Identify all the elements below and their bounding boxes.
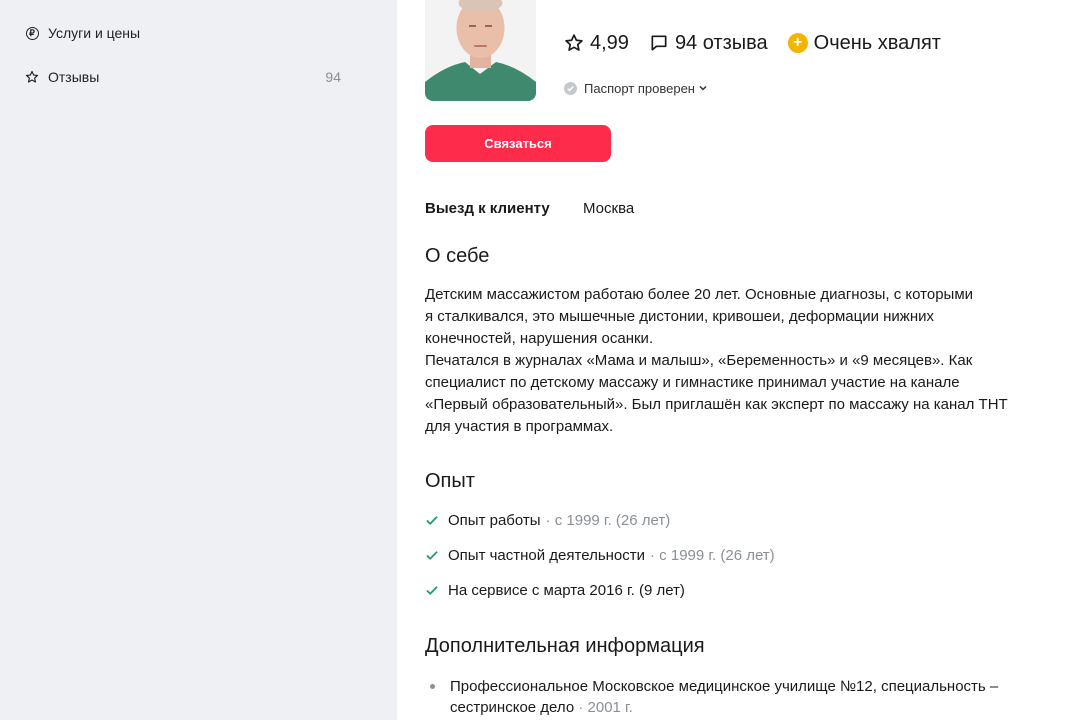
praise-badge[interactable]: + Очень хвалят (787, 31, 941, 55)
star-outline-icon (25, 70, 39, 84)
experience-label: На сервисе с марта 2016 г. (9 лет) (448, 581, 685, 599)
experience-item: На сервисе с марта 2016 г. (9 лет) (425, 579, 685, 601)
praise-text: Очень хвалят (813, 31, 941, 54)
rating[interactable]: 4,99 (564, 32, 629, 55)
education-item: Профессиональное Московское медицинское … (425, 676, 1055, 718)
comment-icon (651, 35, 667, 51)
experience-label: Опыт частной деятельности (448, 546, 646, 564)
experience-detail: · с 1999 г. (26 лет) (650, 546, 775, 564)
about-line: Детским массажистом работаю более 20 лет… (425, 286, 974, 303)
about-line: я сталкивался, это мышечные дистонии, кр… (425, 308, 934, 325)
education-line: сестринское дело (450, 699, 575, 716)
education-line: Профессиональное Московское медицинское … (450, 678, 999, 695)
reviews-count: 94 (325, 69, 341, 85)
bullet (430, 684, 435, 689)
about-title: О себе (425, 245, 490, 267)
about-line: Печатался в журналах «Мама и малыш», «Бе… (425, 352, 973, 369)
visit-value: Москва (583, 200, 635, 217)
additional-info-title: Дополнительная информация (425, 635, 705, 657)
ruble-icon: ₽ (25, 26, 39, 40)
experience-title: Опыт (425, 470, 475, 492)
check-icon (426, 551, 438, 560)
experience-item: Опыт работы · с 1999 г. (26 лет) (425, 509, 670, 531)
plus-badge-icon: + (787, 33, 808, 53)
sidebar-item-services[interactable]: ₽ Услуги и цены (25, 22, 341, 44)
reviews-text: 94 отзыва (674, 31, 768, 54)
about-line: для участия в программах. (425, 418, 614, 435)
rating-value: 4,99 (590, 31, 629, 54)
experience-item: Опыт частной деятельности · с 1999 г. (2… (425, 544, 775, 566)
check-icon (426, 516, 438, 525)
experience-label: Опыт работы (448, 511, 541, 529)
profile-stats: 4,99 94 отзыва + Очень хвалят (564, 30, 961, 56)
check-circle-icon (564, 81, 577, 95)
chevron-down-icon (699, 85, 707, 91)
avatar (425, 0, 536, 101)
about-line: специалист по детскому массажу и гимнаст… (425, 374, 960, 391)
education-year: · 2001 г. (578, 699, 633, 716)
passport-verified[interactable]: Паспорт проверен (564, 79, 708, 97)
about-line: «Первый образовательный». Был приглашён … (425, 396, 1008, 413)
star-outline-icon (565, 34, 583, 51)
check-icon (426, 586, 438, 595)
sidebar-item-label: Услуги и цены (48, 25, 141, 41)
experience-detail: · с 1999 г. (26 лет) (545, 511, 671, 529)
profile-main: 4,99 94 отзыва + Очень хвалят Паспорт пр… (397, 0, 1080, 720)
visit-row: Выезд к клиенту Москва (425, 200, 634, 217)
visit-label: Выезд к клиенту (425, 200, 550, 217)
about-line: конечностей, нарушения осанки. (425, 330, 654, 347)
sidebar-item-reviews[interactable]: Отзывы 94 (25, 66, 341, 88)
passport-text: Паспорт проверен (584, 80, 695, 96)
sidebar: ₽ Услуги и цены Отзывы 94 (0, 0, 397, 720)
reviews-link[interactable]: 94 отзыва (649, 32, 768, 55)
sidebar-item-label: Отзывы (48, 69, 100, 85)
contact-button[interactable]: Связаться (425, 125, 611, 162)
about-text: Детским массажистом работаю более 20 лет… (425, 284, 1055, 438)
